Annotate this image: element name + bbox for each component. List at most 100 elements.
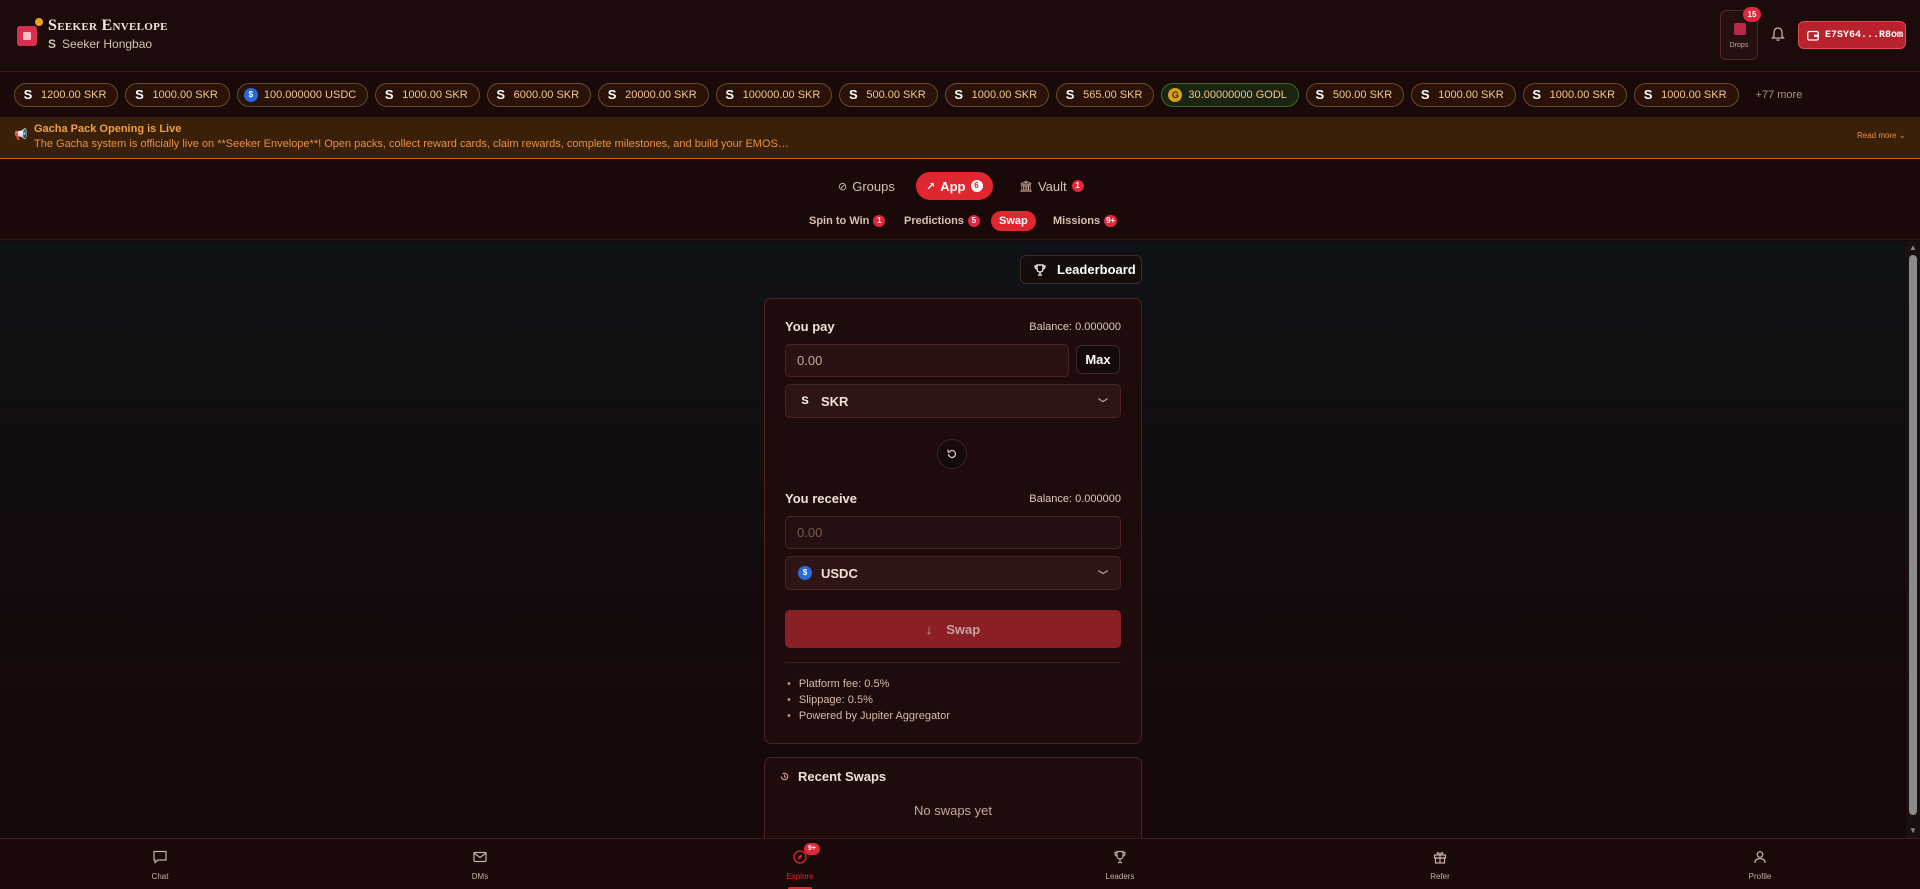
envelope-chip[interactable]: S 20000.00 SKR	[598, 83, 709, 107]
chip-label: 20000.00 SKR	[625, 89, 697, 101]
wallet-address: E7SY64...R8om	[1825, 29, 1904, 41]
slippage-info: Slippage: 0.5%	[787, 694, 873, 706]
recent-swaps-heading: Recent Swaps	[798, 769, 887, 784]
chip-label: 6000.00 SKR	[513, 89, 580, 101]
envelope-chip[interactable]: S 6000.00 SKR	[486, 83, 592, 107]
envelope-chip[interactable]: S 1000.00 SKR	[125, 83, 230, 107]
tab-label: App	[940, 178, 966, 194]
mail-icon	[473, 851, 487, 863]
chip-label: 565.00 SKR	[1083, 89, 1143, 101]
subtab-missions[interactable]: Missions 9+	[1045, 211, 1125, 231]
envelope-chip[interactable]: S 1200.00 SKR	[14, 83, 119, 107]
nav-label: Refer	[1430, 872, 1450, 881]
history-icon	[780, 772, 789, 781]
switch-tokens-button[interactable]	[937, 439, 967, 469]
chevron-down-icon: ﹀	[1098, 399, 1108, 410]
more-chips-link[interactable]: +77 more	[1756, 89, 1803, 101]
tab-groups[interactable]: ⊘ Groups	[828, 172, 905, 200]
scroll-up-icon[interactable]: ▲	[1909, 243, 1917, 252]
announcement-body: The Gacha system is officially live on *…	[34, 138, 789, 150]
nav-badge: 9+	[804, 843, 820, 855]
scrollbar-thumb[interactable]	[1909, 255, 1917, 815]
nav-chat[interactable]: Chat	[120, 839, 200, 889]
envelope-chip[interactable]: S 100000.00 SKR	[715, 83, 833, 107]
platform-fee-info: Platform fee: 0.5%	[787, 678, 890, 690]
skr-token-icon: S	[1532, 87, 1541, 102]
trophy-icon	[1114, 850, 1126, 864]
tab-badge: 6	[970, 180, 983, 192]
nav-dms[interactable]: DMs	[440, 839, 520, 889]
skr-token-icon: S	[725, 87, 734, 102]
chip-label: 1000.00 SKR	[402, 89, 468, 101]
skr-token-icon: S	[496, 87, 505, 102]
subtab-label: Swap	[999, 215, 1028, 227]
drops-button[interactable]: Drops 15	[1720, 7, 1761, 60]
max-button[interactable]: Max	[1076, 345, 1120, 374]
nav-label: Chat	[151, 872, 169, 881]
skr-token-icon: S	[607, 87, 617, 102]
subtab-badge: 9+	[1104, 215, 1118, 227]
swap-button[interactable]: ↓ Swap	[785, 610, 1121, 648]
app-title[interactable]: Seeker Envelope	[48, 17, 168, 35]
receive-balance: Balance: 0.000000	[1029, 493, 1121, 505]
subtab-label: Missions	[1053, 215, 1101, 227]
wallet-button[interactable]: E7SY64...R8om	[1798, 21, 1906, 49]
skr-token-icon: S	[1643, 87, 1653, 102]
tab-app[interactable]: ↗ App 6	[916, 172, 993, 200]
receive-token-label: USDC	[821, 565, 858, 581]
envelope-chip[interactable]: S 1000.00 SKR	[944, 83, 1050, 107]
nav-refer[interactable]: Refer	[1400, 839, 1480, 889]
nav-label: DMs	[471, 872, 489, 881]
recent-swaps-title: Recent Swaps	[779, 769, 886, 784]
receive-token-select[interactable]: $ USDC ﹀	[785, 556, 1121, 590]
read-more-link[interactable]: Read more ⌄	[1857, 131, 1906, 140]
drops-label: Drops	[1729, 42, 1749, 49]
app-subtitle-text: Seeker Hongbao	[62, 37, 153, 51]
swap-card: You pay Balance: 0.000000 0.00 Max S SKR…	[764, 298, 1142, 744]
compass-icon: ⊘	[838, 180, 848, 193]
envelope-chip[interactable]: $100.000000 USDC	[236, 83, 369, 107]
bell-icon[interactable]	[1770, 26, 1786, 42]
tab-label: Groups	[852, 178, 895, 194]
nav-explore[interactable]: 9+ Explore	[760, 839, 840, 889]
envelope-chip[interactable]: S 500.00 SKR	[839, 83, 938, 107]
arrow-down-icon: ↓	[925, 621, 933, 637]
envelope-chip[interactable]: S 565.00 SKR	[1056, 83, 1155, 107]
pay-token-select[interactable]: S SKR ﹀	[785, 384, 1121, 418]
subtab-badge: 1	[873, 215, 886, 227]
wallet-icon	[1807, 30, 1819, 41]
nav-profile[interactable]: Profile	[1720, 839, 1800, 889]
envelope-chip[interactable]: S 500.00 SKR	[1305, 83, 1405, 107]
envelope-chip[interactable]: S 1000.00 SKR	[1522, 83, 1628, 107]
envelope-chip[interactable]: G 30.00000000 GODL	[1161, 83, 1299, 107]
leaderboard-button[interactable]: Leaderboard	[1020, 255, 1142, 284]
subtab-swap[interactable]: Swap	[991, 211, 1036, 231]
trophy-icon	[1034, 263, 1046, 276]
app-logo-icon[interactable]	[17, 26, 37, 46]
nav-label: Leaders	[1105, 872, 1135, 881]
recent-swaps-card: Recent Swaps No swaps yet	[764, 757, 1142, 838]
chip-label: 1000.00 SKR	[1549, 89, 1616, 101]
usdc-token-icon: $	[243, 88, 258, 102]
read-more-label: Read more	[1857, 131, 1897, 140]
navigation-tabs: ⊘ Groups ↗ App 6 🏛 Vault 1 Spin to Win 1…	[0, 160, 1920, 240]
scrollbar[interactable]: ▲ ▼	[1906, 241, 1920, 838]
tab-vault[interactable]: 🏛 Vault 1	[1009, 172, 1094, 200]
pay-token-label: SKR	[821, 393, 849, 409]
skr-token-icon: S	[848, 87, 858, 102]
chip-label: 1200.00 SKR	[41, 89, 107, 101]
you-receive-label: You receive	[785, 491, 858, 506]
scroll-down-icon[interactable]: ▼	[1909, 826, 1917, 835]
envelope-chip[interactable]: S 1000.00 SKR	[375, 83, 480, 107]
pay-amount-input[interactable]: 0.00	[785, 344, 1069, 377]
subtab-predictions[interactable]: Predictions 5	[896, 211, 988, 231]
envelope-chip[interactable]: S 1000.00 SKR	[1634, 83, 1739, 107]
receive-amount-field: 0.00	[785, 516, 1121, 549]
subtab-spin-to-win[interactable]: Spin to Win 1	[801, 211, 893, 231]
pay-balance: Balance: 0.000000	[1029, 321, 1121, 333]
envelope-chip[interactable]: S 1000.00 SKR	[1411, 83, 1516, 107]
nav-leaders[interactable]: Leaders	[1080, 839, 1160, 889]
announcement-title: Gacha Pack Opening is Live	[34, 123, 182, 135]
skr-token-icon: S	[384, 87, 394, 102]
status-dot	[35, 18, 43, 26]
